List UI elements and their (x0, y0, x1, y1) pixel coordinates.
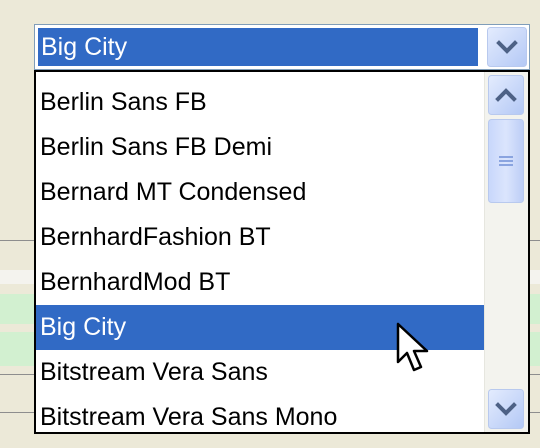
chevron-up-icon[interactable] (488, 75, 524, 115)
scrollbar-thumb[interactable] (488, 119, 524, 203)
vertical-scrollbar[interactable] (484, 72, 528, 432)
list-item-selected[interactable]: Big City (36, 305, 484, 350)
list-item[interactable]: Bitstream Vera Sans (36, 350, 484, 395)
list-item[interactable]: Bitstream Vera Sans Mono (36, 395, 484, 432)
combobox-selected-value[interactable]: Big City (38, 28, 478, 66)
list-item[interactable]: Berlin Sans FB Demi (36, 125, 484, 170)
chevron-down-icon[interactable] (487, 27, 527, 67)
list-item[interactable]: BernhardFashion BT (36, 215, 484, 260)
chevron-down-icon[interactable] (488, 389, 524, 429)
font-list: Berlin Sans FB Berlin Sans FB Demi Berna… (36, 80, 484, 432)
list-item[interactable]: Bernard MT Condensed (36, 170, 484, 215)
list-item[interactable]: BernhardMod BT (36, 260, 484, 305)
font-combobox[interactable]: Big City (34, 24, 530, 70)
font-dropdown-list[interactable]: Berlin Sans FB Berlin Sans FB Demi Berna… (34, 70, 530, 434)
list-item[interactable]: Berlin Sans FB (36, 80, 484, 125)
